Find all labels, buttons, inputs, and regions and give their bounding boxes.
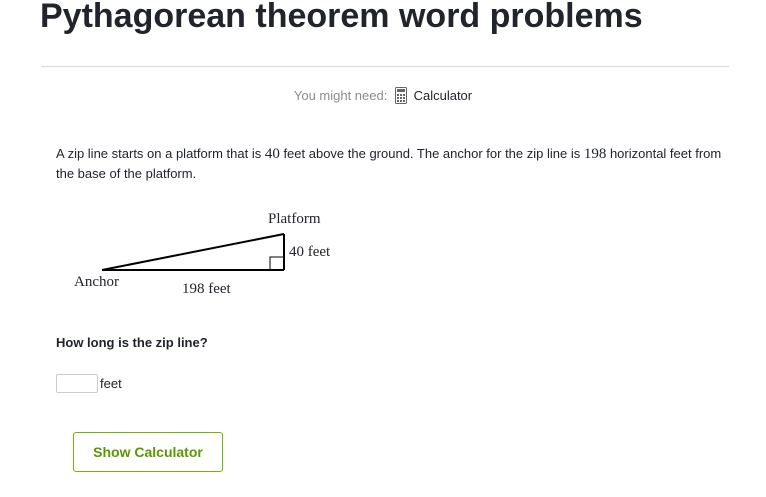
problem-text-part-2: feet above the ground. The anchor for th… bbox=[279, 146, 584, 161]
calculator-icon[interactable] bbox=[394, 87, 407, 110]
problem-statement: A zip line starts on a platform that is … bbox=[56, 144, 726, 184]
answer-input[interactable] bbox=[56, 374, 98, 393]
height-label: 40 feet bbox=[289, 244, 331, 260]
calculator-link[interactable]: Calculator bbox=[414, 88, 473, 103]
base-label: 198 feet bbox=[182, 281, 231, 297]
platform-label: Platform bbox=[268, 211, 321, 227]
answer-row: feet bbox=[56, 374, 122, 393]
page-title: Pythagorean theorem word problems bbox=[40, 0, 643, 35]
platform-height-value: 40 bbox=[264, 146, 280, 162]
anchor-label: Anchor bbox=[74, 274, 119, 290]
triangle-diagram: Platform 40 feet Anchor 198 feet bbox=[60, 200, 360, 315]
title-divider bbox=[41, 66, 729, 67]
anchor-distance-value: 198 bbox=[583, 146, 607, 162]
question-text: How long is the zip line? bbox=[56, 335, 208, 350]
zip-line bbox=[101, 233, 285, 271]
problem-text-part-1: A zip line starts on a platform that is bbox=[56, 146, 265, 161]
answer-unit: feet bbox=[100, 376, 122, 391]
tools-needed-row: You might need: Calculator bbox=[0, 86, 766, 110]
right-angle-marker bbox=[269, 256, 284, 270]
tools-needed-label: You might need: bbox=[293, 88, 388, 103]
show-calculator-button[interactable]: Show Calculator bbox=[73, 432, 223, 472]
